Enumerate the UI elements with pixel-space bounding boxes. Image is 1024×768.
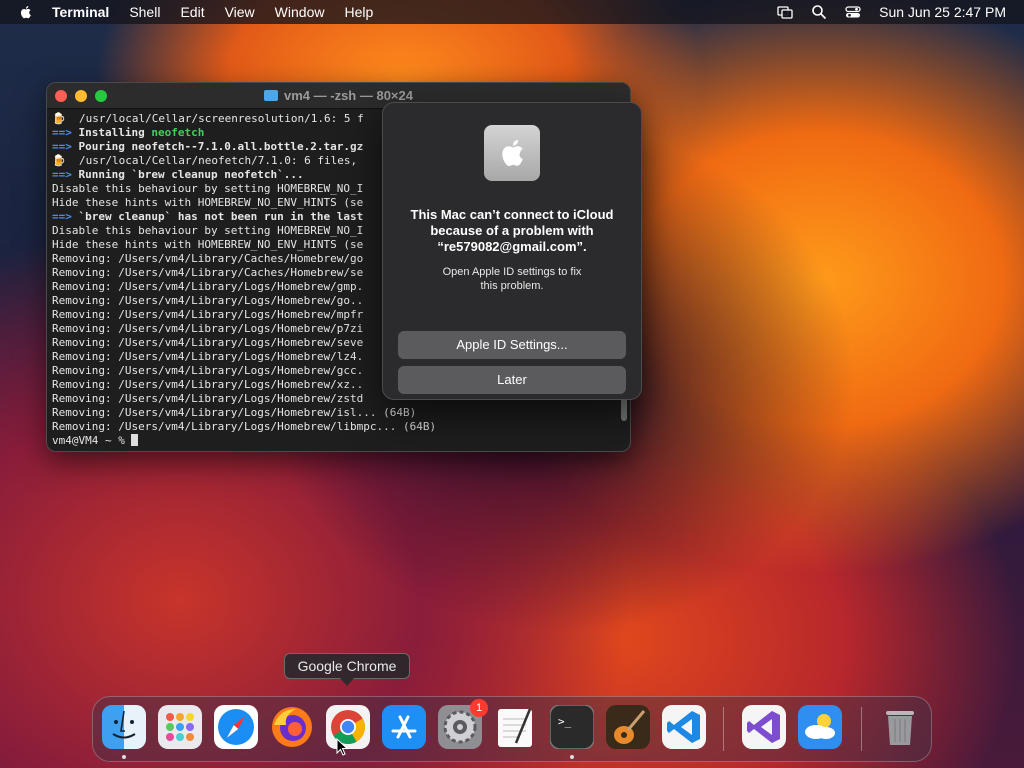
- shell-prompt: vm4@VM4 ~ %: [52, 434, 132, 447]
- terminal-line-text: Removing: /Users/vm4/Library/Caches/Home…: [52, 266, 364, 279]
- terminal-line-text: Disable this behaviour by setting HOMEBR…: [52, 182, 364, 195]
- terminal-line-text: Removing: /Users/vm4/Library/Logs/Homebr…: [52, 364, 364, 377]
- control-center-icon[interactable]: [845, 4, 861, 20]
- terminal-line-text: Removing: /Users/vm4/Library/Logs/Homebr…: [52, 336, 364, 349]
- terminal-line-text: Hide these hints with HOMEBREW_NO_ENV_HI…: [52, 238, 364, 251]
- terminal-icon[interactable]: >_: [550, 705, 594, 749]
- terminal-line-text: /usr/local/Cellar/neofetch/7.1.0: 6 file…: [65, 154, 358, 167]
- apple-id-settings-button[interactable]: Apple ID Settings...: [398, 331, 626, 359]
- dock-separator: [723, 707, 724, 751]
- menu-window[interactable]: Window: [275, 4, 325, 20]
- finder-running-indicator: [122, 755, 126, 759]
- terminal-line-text: Removing: /Users/vm4/Library/Logs/Homebr…: [52, 406, 417, 419]
- terminal-line-text: Removing: /Users/vm4/Library/Logs/Homebr…: [52, 350, 364, 363]
- terminal-line-text: Installing: [71, 126, 152, 139]
- terminal-line-text: Removing: /Users/vm4/Library/Logs/Homebr…: [52, 322, 364, 335]
- menu-edit[interactable]: Edit: [180, 4, 204, 20]
- menu-view[interactable]: View: [225, 4, 255, 20]
- screen-mirroring-icon[interactable]: [777, 4, 793, 20]
- terminal-prompt-line[interactable]: vm4@VM4 ~ %: [52, 434, 625, 448]
- menu-shell[interactable]: Shell: [129, 4, 160, 20]
- later-button[interactable]: Later: [398, 366, 626, 394]
- apple-logo-icon: [484, 125, 540, 181]
- terminal-title: vm4 — -zsh — 80×24: [284, 88, 413, 103]
- menu-bar-clock[interactable]: Sun Jun 25 2:47 PM: [879, 4, 1006, 20]
- arrow-prefix: ==>: [52, 126, 72, 139]
- terminal-line-text: Removing: /Users/vm4/Library/Caches/Home…: [52, 252, 364, 265]
- dock-tooltip-tail: [340, 678, 354, 686]
- garageband-icon[interactable]: [606, 705, 650, 749]
- folder-icon: [264, 90, 278, 101]
- menu-help[interactable]: Help: [344, 4, 373, 20]
- arrow-prefix: ==>: [52, 168, 72, 181]
- spotlight-search-icon[interactable]: [811, 4, 827, 20]
- beer-icon: 🍺: [52, 112, 66, 125]
- arrow-prefix: ==>: [52, 140, 72, 153]
- svg-text:>_: >_: [558, 715, 572, 728]
- terminal-running-indicator: [570, 755, 574, 759]
- system-settings-icon[interactable]: 1: [438, 699, 488, 749]
- terminal-line: Removing: /Users/vm4/Library/Logs/Homebr…: [52, 406, 625, 420]
- terminal-line-text: Removing: /Users/vm4/Library/Logs/Homebr…: [52, 392, 364, 405]
- beer-icon: 🍺: [52, 154, 66, 167]
- terminal-line-text: Removing: /Users/vm4/Library/Logs/Homebr…: [52, 280, 364, 293]
- app-store-icon[interactable]: [382, 705, 426, 749]
- notification-badge: 1: [470, 699, 488, 717]
- arrow-prefix: ==>: [52, 210, 72, 223]
- terminal-line-text: Removing: /Users/vm4/Library/Logs/Homebr…: [52, 308, 364, 321]
- terminal-highlight: neofetch: [151, 126, 205, 139]
- firefox-icon[interactable]: [270, 705, 314, 749]
- terminal-line-text: `brew cleanup` has not been run in the l…: [71, 210, 364, 223]
- visual-studio-icon[interactable]: [742, 705, 786, 749]
- dock-separator: [861, 707, 862, 751]
- terminal-line-text: Running `brew cleanup neofetch`...: [71, 168, 304, 181]
- weather-icon[interactable]: [798, 705, 842, 749]
- app-menu-terminal[interactable]: Terminal: [52, 4, 109, 20]
- terminal-line-text: Removing: /Users/vm4/Library/Logs/Homebr…: [52, 378, 364, 391]
- terminal-line-text: /usr/local/Cellar/screenresolution/1.6: …: [65, 112, 364, 125]
- apple-menu-icon[interactable]: [18, 4, 34, 20]
- menu-bar: Terminal Shell Edit View Window Help Sun…: [0, 0, 1024, 24]
- text-cursor: [131, 434, 139, 446]
- terminal-line: Removing: /Users/vm4/Library/Logs/Homebr…: [52, 420, 625, 434]
- terminal-line-text: Removing: /Users/vm4/Library/Logs/Homebr…: [52, 294, 364, 307]
- dock: 1 >_: [92, 696, 932, 762]
- alert-message: Open Apple ID settings to fix this probl…: [442, 266, 582, 292]
- terminal-line-text: Hide these hints with HOMEBREW_NO_ENV_HI…: [52, 196, 364, 209]
- safari-icon[interactable]: [214, 705, 258, 749]
- mouse-pointer-icon: [336, 738, 348, 756]
- textedit-icon[interactable]: [494, 705, 538, 749]
- terminal-line-text: Disable this behaviour by setting HOMEBR…: [52, 224, 364, 237]
- terminal-line-text: Pouring neofetch--7.1.0.all.bottle.2.tar…: [71, 140, 364, 153]
- dock-tooltip: Google Chrome: [284, 653, 410, 679]
- launchpad-icon[interactable]: [158, 705, 202, 749]
- trash-icon[interactable]: [878, 705, 922, 749]
- icloud-alert-dialog: This Mac can’t connect to iCloud because…: [382, 102, 642, 400]
- vscode-icon[interactable]: [662, 705, 706, 749]
- chrome-icon[interactable]: [326, 705, 370, 749]
- alert-title: This Mac can’t connect to iCloud because…: [410, 207, 614, 254]
- terminal-line-text: Removing: /Users/vm4/Library/Logs/Homebr…: [52, 420, 437, 433]
- finder-icon[interactable]: [102, 705, 146, 749]
